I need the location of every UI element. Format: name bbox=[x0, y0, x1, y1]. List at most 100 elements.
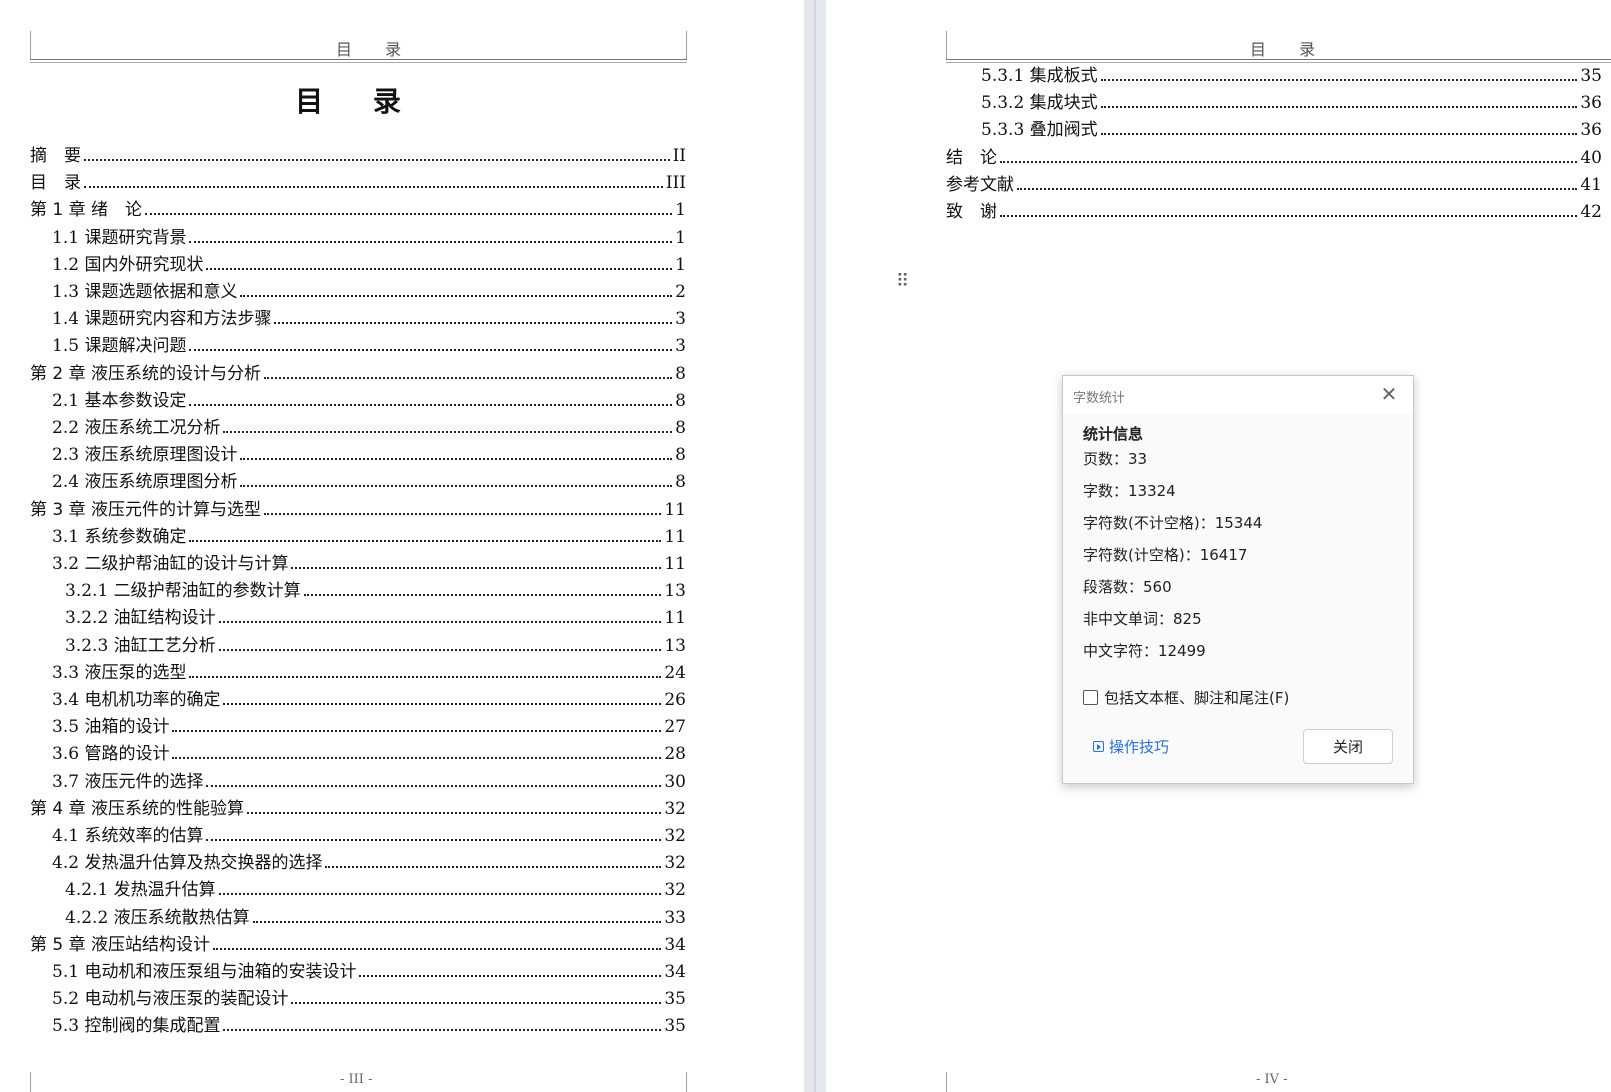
stat-paragraphs: 段落数：560 bbox=[1083, 578, 1172, 596]
toc-entry[interactable]: 5.3.2 集成块式 36 bbox=[981, 87, 1602, 113]
toc-entry[interactable]: 1.4 课题研究内容和方法步骤 3 bbox=[52, 303, 686, 329]
toc-entry[interactable]: 3.4 电机机功率的确定 26 bbox=[52, 684, 686, 710]
toc-entry[interactable]: 5.1 电动机和液压泵组与油箱的安装设计 34 bbox=[52, 956, 686, 982]
toc-entry-page: 42 bbox=[1580, 202, 1602, 222]
dot-leader bbox=[1000, 160, 1578, 163]
toc-entry[interactable]: 1.1 课题研究背景 1 bbox=[52, 222, 686, 248]
toc-entry-page: 11 bbox=[664, 554, 686, 574]
toc-entry-page: III bbox=[665, 173, 686, 194]
toc-entry-label: 2.2 液压系统工况分析 bbox=[52, 418, 221, 438]
toc-entry[interactable]: 3.7 液压元件的选择 30 bbox=[52, 766, 686, 792]
toc-entry[interactable]: 第 4 章 液压系统的性能验算 32 bbox=[30, 793, 686, 819]
toc-entry-page: 35 bbox=[664, 989, 686, 1010]
dot-leader bbox=[359, 975, 662, 977]
crop-mark bbox=[686, 1072, 687, 1092]
toc-entry-page: 32 bbox=[664, 798, 686, 819]
toc-entry-label: 3.5 油箱的设计 bbox=[52, 717, 170, 738]
dot-leader bbox=[1100, 133, 1578, 136]
toc-entry[interactable]: 1.3 课题选题依据和意义 2 bbox=[52, 276, 686, 302]
toc-entry[interactable]: 3.6 管路的设计 28 bbox=[52, 738, 686, 764]
toc-entry[interactable]: 4.2 发热温升估算及热交换器的选择 32 bbox=[52, 847, 686, 873]
toc-entry-label: 2.3 液压系统原理图设计 bbox=[52, 445, 238, 466]
toc-entry-page: 30 bbox=[664, 771, 686, 792]
toc-entry-page: 13 bbox=[664, 581, 686, 602]
toc-entry[interactable]: 5.3.3 叠加阀式 36 bbox=[981, 114, 1602, 140]
toc-entry[interactable]: 4.2.2 液压系统散热估算 33 bbox=[65, 902, 686, 928]
toc-entry[interactable]: 3.2.2 油缸结构设计 11 bbox=[65, 602, 686, 628]
toc-entry[interactable]: 5.2 电动机与液压泵的装配设计 35 bbox=[52, 983, 686, 1009]
toc-entry[interactable]: 5.3.1 集成板式 35 bbox=[981, 60, 1602, 86]
dot-leader bbox=[1000, 215, 1578, 217]
dot-leader bbox=[264, 512, 662, 515]
tips-link[interactable]: 操作技巧 bbox=[1093, 736, 1169, 757]
page-number: - III - bbox=[340, 1072, 373, 1087]
toc-entry[interactable]: 2.1 基本参数设定 8 bbox=[52, 385, 686, 411]
dot-leader bbox=[218, 621, 662, 624]
toc-entry[interactable]: 1.2 国内外研究现状 1 bbox=[52, 249, 686, 275]
toc-entry[interactable]: 第 1 章 绪 论 1 bbox=[30, 194, 686, 220]
toc-entry-page: 8 bbox=[675, 363, 686, 384]
toc-entry-label: 摘 要 bbox=[30, 146, 81, 166]
toc-entry-page: 1 bbox=[675, 200, 686, 221]
toc-entry-label: 5.3.3 叠加阀式 bbox=[981, 120, 1098, 141]
toc-entry[interactable]: 4.1 系统效率的估算 32 bbox=[52, 820, 686, 846]
toc-entry[interactable]: 1.5 课题解决问题 3 bbox=[52, 330, 686, 356]
toc-entry[interactable]: 2.4 液压系统原理图分析 8 bbox=[52, 466, 686, 492]
stat-words: 字数：13324 bbox=[1083, 482, 1176, 500]
toc-entry[interactable]: 第 2 章 液压系统的设计与分析 8 bbox=[30, 358, 686, 384]
stat-non-chinese-words: 非中文单词：825 bbox=[1083, 610, 1202, 628]
toc-entry[interactable]: 4.2.1 发热温升估算 32 bbox=[65, 874, 686, 900]
toc-entry[interactable]: 第 5 章 液压站结构设计 34 bbox=[30, 929, 686, 955]
toc-entry[interactable]: 摘 要 II bbox=[30, 140, 686, 166]
toc-entry-label: 第 3 章 液压元件的计算与选型 bbox=[30, 499, 262, 520]
toc-entry[interactable]: 参考文献 41 bbox=[946, 169, 1602, 195]
dot-leader bbox=[218, 648, 662, 651]
toc-entry-label: 2.4 液压系统原理图分析 bbox=[52, 472, 238, 493]
toc-entry[interactable]: 2.2 液压系统工况分析 8 bbox=[52, 412, 686, 438]
include-textbox-checkbox[interactable] bbox=[1083, 690, 1098, 705]
toc-entry-label: 参考文献 bbox=[946, 174, 1014, 195]
crop-mark bbox=[30, 1072, 31, 1092]
close-icon[interactable]: ✕ bbox=[1379, 384, 1399, 404]
toc-entry[interactable]: 第 3 章 液压元件的计算与选型 11 bbox=[30, 494, 686, 520]
dot-leader bbox=[247, 811, 662, 814]
dialog-title-bar[interactable]: 字数统计 ✕ bbox=[1063, 376, 1413, 414]
toc-entry-page: 40 bbox=[1580, 147, 1602, 168]
toc-entry[interactable]: 3.2 二级护帮油缸的设计与计算 11 bbox=[52, 548, 686, 574]
toc-entry-page: 13 bbox=[664, 635, 686, 656]
toc-entry-page: 36 bbox=[1580, 120, 1602, 141]
dot-leader bbox=[223, 431, 673, 433]
toc-entry-label: 5.2 电动机与液压泵的装配设计 bbox=[52, 989, 289, 1010]
crop-mark bbox=[946, 31, 947, 59]
toc-entry[interactable]: 3.2.3 油缸工艺分析 13 bbox=[65, 630, 686, 656]
toc-entry-label: 4.2.2 液压系统散热估算 bbox=[65, 907, 250, 928]
toc-entry[interactable]: 结 论 40 bbox=[946, 142, 1602, 168]
close-button[interactable]: 关闭 bbox=[1303, 729, 1393, 764]
toc-entry[interactable]: 目 录 III bbox=[30, 167, 686, 193]
toc-entry-label: 2.1 基本参数设定 bbox=[52, 390, 187, 411]
dot-leader bbox=[252, 920, 662, 923]
header-rule bbox=[30, 62, 687, 63]
dot-leader bbox=[84, 186, 663, 189]
toc-entry-label: 3.2.1 二级护帮油缸的参数计算 bbox=[65, 581, 301, 602]
toc-entry[interactable]: 3.2.1 二级护帮油缸的参数计算 13 bbox=[65, 575, 686, 601]
include-textbox-option[interactable]: 包括文本框、脚注和尾注(F) bbox=[1083, 687, 1289, 708]
dot-leader bbox=[1100, 79, 1578, 81]
toc-entry-label: 第 4 章 液压系统的性能验算 bbox=[30, 798, 245, 819]
crop-mark bbox=[686, 31, 687, 59]
toc-entry[interactable]: 5.3 控制阀的集成配置 35 bbox=[52, 1010, 686, 1036]
toc-entry-label: 3.6 管路的设计 bbox=[52, 744, 170, 765]
drag-handle-icon[interactable]: ⠿ bbox=[896, 272, 910, 292]
toc-entry[interactable]: 3.1 系统参数确定 11 bbox=[52, 521, 686, 547]
dot-leader bbox=[223, 703, 662, 705]
toc-entry[interactable]: 致 谢 42 bbox=[946, 196, 1602, 222]
toc-entry[interactable]: 3.5 油箱的设计 27 bbox=[52, 711, 686, 737]
toc-entry-label: 目 录 bbox=[30, 173, 81, 194]
toc-entry[interactable]: 2.3 液压系统原理图设计 8 bbox=[52, 439, 686, 465]
toc-entry-label: 3.7 液压元件的选择 bbox=[52, 771, 204, 792]
toc-entry-page: 8 bbox=[675, 418, 686, 438]
toc-entry[interactable]: 3.3 液压泵的选型 24 bbox=[52, 657, 686, 683]
dot-leader bbox=[145, 213, 673, 216]
dot-leader bbox=[189, 403, 673, 406]
dot-leader bbox=[172, 730, 662, 733]
